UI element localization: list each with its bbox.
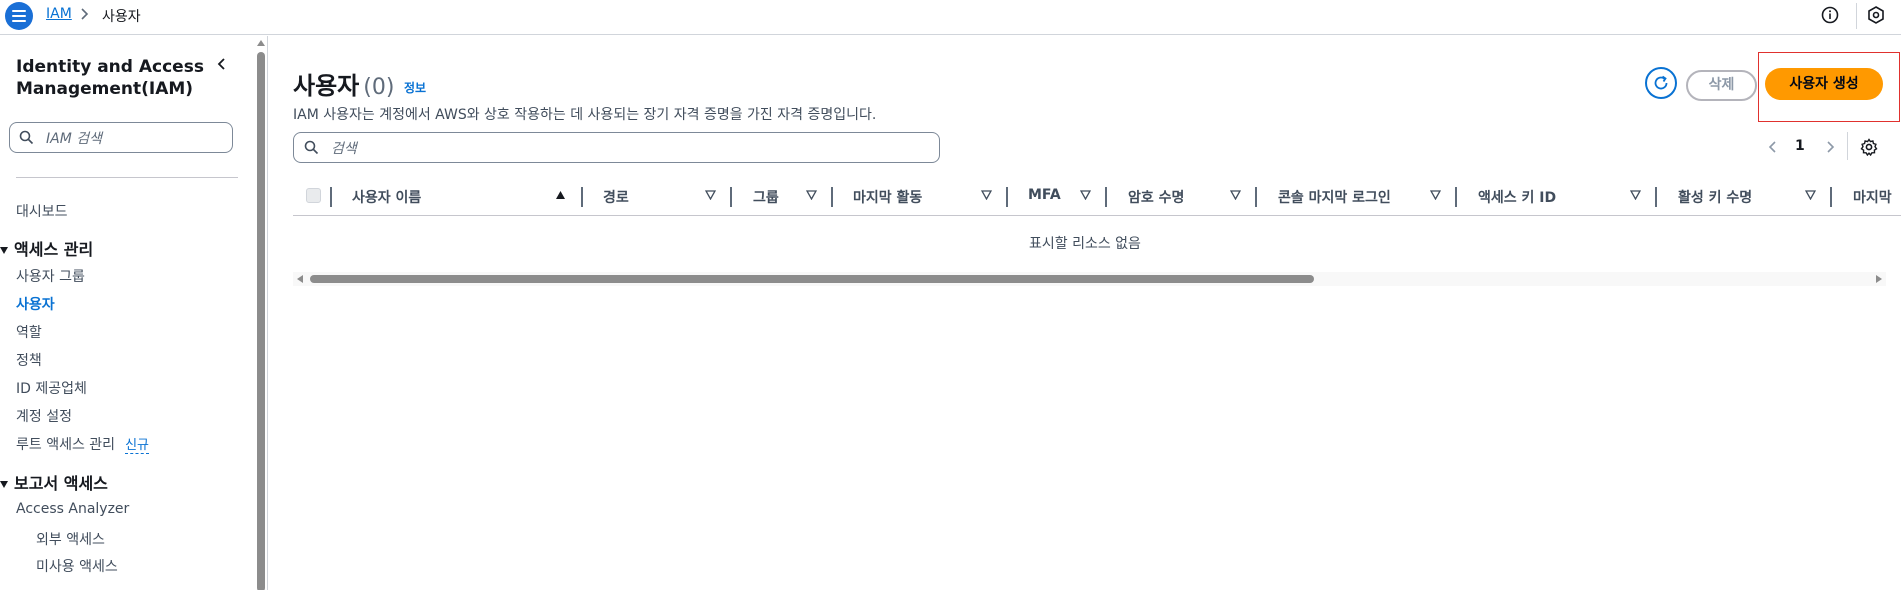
column-divider[interactable] [831, 187, 833, 207]
column-header-console-last-signin[interactable]: 콘솔 마지막 로그인 [1278, 187, 1391, 207]
hamburger-menu-icon[interactable] [5, 2, 33, 30]
sidebar-section-access-management[interactable]: 액세스 관리 [0, 236, 93, 260]
table-horizontal-scrollbar[interactable] [293, 272, 1886, 286]
sidebar-title: Identity and Access Management(IAM) [16, 57, 204, 99]
current-page-number[interactable]: 1 [1795, 138, 1805, 154]
page-description: IAM 사용자는 계정에서 AWS와 상호 작용하는 데 사용되는 장기 자격 … [293, 107, 877, 123]
users-table-header: 사용자 이름 경로 그룹 마지막 활동 MFA 암호 수명 콘솔 마지막 로그인… [293, 181, 1901, 216]
scroll-left-arrow-icon[interactable] [297, 275, 303, 283]
column-divider[interactable] [330, 187, 332, 207]
user-search-input[interactable]: 검색 [293, 132, 940, 163]
column-header-last-activity[interactable]: 마지막 활동 [853, 187, 922, 207]
column-header-password-age[interactable]: 암호 수명 [1128, 187, 1184, 207]
sort-caret-down-icon[interactable] [1430, 190, 1441, 200]
column-divider[interactable] [1006, 187, 1008, 207]
column-divider[interactable] [1830, 187, 1832, 207]
column-header-groups[interactable]: 그룹 [753, 187, 779, 207]
sidebar: Identity and Access Management(IAM) IAM … [0, 36, 255, 590]
section-heading: 보고서 액세스 [14, 474, 108, 493]
sort-caret-down-icon[interactable] [1630, 190, 1641, 200]
search-icon [304, 140, 319, 155]
page-title: 사용자 (0) [293, 66, 394, 101]
sidebar-item-label: 루트 액세스 관리 [16, 437, 116, 453]
sidebar-item-external-access[interactable]: 외부 액세스 [36, 529, 105, 549]
column-divider[interactable] [1455, 187, 1457, 207]
sidebar-divider [16, 177, 238, 178]
sidebar-item-dashboard[interactable]: 대시보드 [16, 201, 68, 221]
column-header-path[interactable]: 경로 [603, 187, 629, 207]
sidebar-search-placeholder: IAM 검색 [46, 131, 102, 147]
create-user-button[interactable]: 사용자 생성 [1765, 68, 1883, 100]
expand-triangle-icon [0, 247, 8, 254]
search-icon [19, 130, 34, 145]
sort-caret-down-icon[interactable] [1805, 190, 1816, 200]
scroll-up-arrow-icon[interactable] [257, 40, 265, 46]
section-heading: 액세스 관리 [14, 240, 94, 259]
scrollbar-thumb[interactable] [257, 52, 265, 590]
refresh-button[interactable] [1645, 67, 1677, 99]
column-divider[interactable] [730, 187, 732, 207]
pagination-divider [1847, 132, 1848, 160]
next-page-icon[interactable] [1824, 140, 1836, 154]
breadcrumb-current: 사용자 [102, 9, 141, 25]
new-badge: 신규 [125, 438, 149, 454]
column-divider[interactable] [1105, 187, 1107, 207]
select-all-checkbox[interactable] [306, 188, 321, 203]
refresh-icon [1654, 75, 1668, 90]
column-divider[interactable] [1655, 187, 1657, 207]
collapse-sidebar-icon[interactable] [214, 56, 230, 72]
sidebar-item-account-settings[interactable]: 계정 설정 [16, 406, 72, 426]
info-icon[interactable] [1820, 5, 1840, 25]
sort-caret-down-icon[interactable] [1080, 190, 1091, 200]
sidebar-item-access-analyzer[interactable]: Access Analyzer [16, 501, 129, 517]
expand-triangle-icon [0, 481, 8, 488]
sidebar-item-policies[interactable]: 정책 [16, 350, 42, 370]
sort-caret-down-icon[interactable] [806, 190, 817, 200]
sidebar-section-reports[interactable]: 보고서 액세스 [0, 470, 108, 494]
column-divider[interactable] [581, 187, 583, 207]
scroll-right-arrow-icon[interactable] [1876, 275, 1882, 283]
sidebar-search-input[interactable]: IAM 검색 [9, 122, 233, 153]
previous-page-icon[interactable] [1767, 140, 1779, 154]
page-title-text: 사용자 [293, 72, 360, 100]
column-header-username[interactable]: 사용자 이름 [352, 187, 421, 207]
delete-button[interactable]: 삭제 [1686, 70, 1757, 101]
sort-ascending-icon[interactable] [555, 190, 566, 200]
breadcrumb-iam-link[interactable]: IAM [46, 6, 72, 22]
column-header-active-key-age[interactable]: 활성 키 수명 [1678, 187, 1752, 207]
sidebar-item-identity-providers[interactable]: ID 제공업체 [16, 378, 87, 398]
sort-caret-down-icon[interactable] [705, 190, 716, 200]
scrollbar-thumb[interactable] [310, 275, 1314, 283]
sidebar-item-user-groups[interactable]: 사용자 그룹 [16, 266, 85, 286]
main-divider [267, 36, 268, 590]
sidebar-item-root-access[interactable]: 루트 액세스 관리 신규 [16, 434, 149, 454]
info-link[interactable]: 정보 [404, 79, 426, 96]
settings-hexagon-icon[interactable] [1866, 5, 1886, 25]
top-navigation-bar: IAM 사용자 [0, 0, 1901, 35]
user-count: (0) [363, 75, 395, 100]
sort-caret-down-icon[interactable] [981, 190, 992, 200]
column-header-access-key-id[interactable]: 액세스 키 ID [1478, 187, 1556, 207]
column-header-mfa[interactable]: MFA [1028, 187, 1061, 203]
sidebar-item-unused-access[interactable]: 미사용 액세스 [36, 556, 118, 576]
table-settings-gear-icon[interactable] [1860, 138, 1878, 156]
sort-caret-down-icon[interactable] [1230, 190, 1241, 200]
sidebar-item-users[interactable]: 사용자 [16, 294, 55, 314]
breadcrumb-chevron-icon [81, 8, 89, 24]
topbar-divider [1856, 3, 1857, 29]
sidebar-item-roles[interactable]: 역할 [16, 322, 42, 342]
column-header-last[interactable]: 마지막 [1853, 187, 1892, 207]
empty-table-message: 표시할 리소스 없음 [1029, 236, 1141, 252]
sidebar-scrollbar[interactable] [256, 36, 266, 590]
column-divider[interactable] [1255, 187, 1257, 207]
search-placeholder: 검색 [331, 141, 357, 157]
